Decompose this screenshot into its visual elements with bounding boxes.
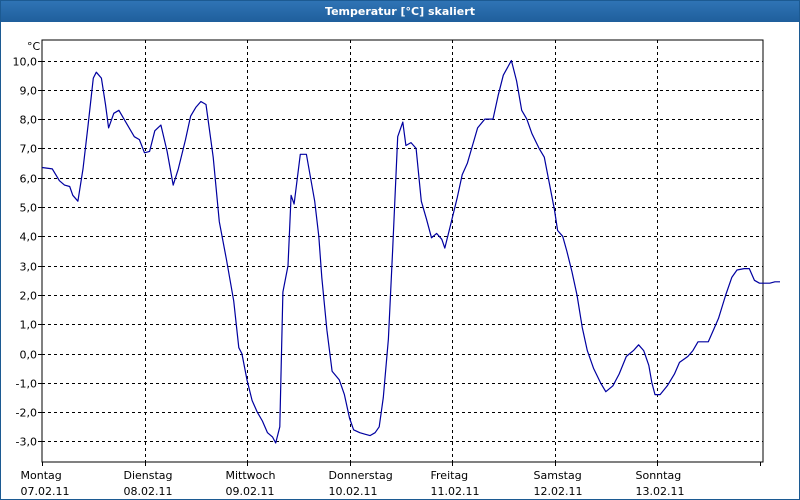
y-tick-label: -1,0 <box>16 378 37 391</box>
y-axis-unit-label: °C <box>27 40 41 53</box>
x-tick-label-day: Montag <box>21 469 62 482</box>
y-tick-label: 7,0 <box>20 143 38 156</box>
plot-area <box>41 39 764 463</box>
y-tick-label: 3,0 <box>20 261 38 274</box>
y-tick-label: 1,0 <box>20 319 38 332</box>
x-tick-label-date: 08.02.11 <box>124 485 173 498</box>
y-tick-label: 2,0 <box>20 290 38 303</box>
x-tick-label-day: Freitag <box>431 469 469 482</box>
y-tick-label: 10,0 <box>13 56 38 69</box>
x-tick-label-date: 12.02.11 <box>534 485 583 498</box>
y-tick-label: -2,0 <box>16 407 37 420</box>
temperature-chart: 10,0 9,0 8,0 7,0 6,0 5,0 4,0 3,0 2,0 1,0 0,0 -1,0 -2… <box>13 39 780 498</box>
chart-window: Temperatur [°C] skaliert 10,0 9,0 8,0 7,0 6,… <box>0 0 800 500</box>
x-tick-label-day: Sonntag <box>636 469 682 482</box>
x-tick-label-day: Dienstag <box>124 469 173 482</box>
y-tick-label: 4,0 <box>20 231 38 244</box>
x-tick-label-day: Mittwoch <box>226 469 276 482</box>
y-tick-label: 8,0 <box>20 114 38 127</box>
x-tick-label-day: Samstag <box>534 469 582 482</box>
x-tick-label-date: 07.02.11 <box>21 485 70 498</box>
y-tick-label: 9,0 <box>20 85 38 98</box>
x-tick-label-day: Donnerstag <box>329 469 393 482</box>
x-tick-label-date: 11.02.11 <box>431 485 480 498</box>
x-tick-label-date: 09.02.11 <box>226 485 275 498</box>
y-tick-label: -3,0 <box>16 436 37 449</box>
y-tick-label: 0,0 <box>20 349 38 362</box>
x-tick-label-date: 13.02.11 <box>636 485 685 498</box>
y-tick-label: 5,0 <box>20 202 38 215</box>
x-tick-label-date: 10.02.11 <box>329 485 378 498</box>
y-tick-label: 6,0 <box>20 173 38 186</box>
